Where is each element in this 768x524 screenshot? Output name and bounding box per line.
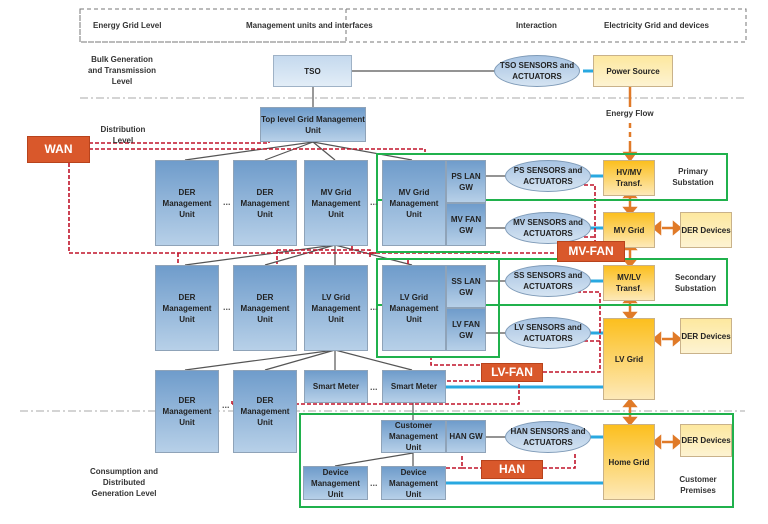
mv-fan-network[interactable]: MV-FAN: [557, 241, 625, 262]
der-devices[interactable]: DER Devices: [680, 212, 732, 248]
ellipsis: ...: [370, 197, 378, 207]
ellipsis: ...: [223, 197, 231, 207]
secondary-substation-label: Secondary Substation: [674, 273, 717, 293]
der-management-unit[interactable]: DER Management Unit: [233, 160, 297, 246]
lv-fan-gw[interactable]: LV FAN GW: [446, 308, 486, 351]
der-devices[interactable]: DER Devices: [680, 318, 732, 354]
top-level-grid-management-unit[interactable]: Top level Grid Management Unit: [260, 107, 366, 142]
han-sensors[interactable]: HAN SENSORS and ACTUATORS: [505, 421, 591, 453]
lv-fan-network[interactable]: LV-FAN: [481, 363, 543, 382]
lv-sensors[interactable]: LV SENSORS and ACTUATORS: [505, 317, 591, 349]
header-management: Management units and interfaces: [246, 21, 373, 30]
smart-meter[interactable]: Smart Meter: [304, 370, 368, 403]
der-devices[interactable]: DER Devices: [680, 424, 732, 457]
ss-sensors[interactable]: SS SENSORS and ACTUATORS: [505, 265, 591, 297]
device-management-unit[interactable]: Device Management Unit: [303, 466, 368, 500]
level-bulk: Bulk Generation and Transmission Level: [87, 55, 157, 86]
mv-grid-management-unit-substation[interactable]: MV Grid Management Unit: [382, 160, 446, 246]
tso-box[interactable]: TSO: [273, 55, 352, 87]
ellipsis: ...: [223, 302, 231, 312]
lv-grid-management-unit-substation[interactable]: LV Grid Management Unit: [382, 265, 446, 351]
ellipsis: ...: [370, 382, 378, 392]
lv-grid-management-unit[interactable]: LV Grid Management Unit: [304, 265, 368, 351]
der-management-unit[interactable]: DER Management Unit: [155, 265, 219, 351]
smart-meter-customer[interactable]: Smart Meter: [382, 370, 446, 403]
primary-substation-label: Primary Substation: [672, 167, 714, 187]
level-distribution: Distribution Level: [100, 125, 146, 145]
hv-mv-transformer[interactable]: HV/MV Transf.: [603, 160, 655, 196]
der-management-unit[interactable]: DER Management Unit: [233, 370, 297, 453]
ps-lan-gw[interactable]: PS LAN GW: [446, 160, 486, 203]
mv-sensors[interactable]: MV SENSORS and ACTUATORS: [505, 212, 591, 244]
mv-lv-transformer[interactable]: MV/LV Transf.: [603, 265, 655, 301]
han-network[interactable]: HAN: [481, 460, 543, 479]
header-energy-grid-level: Energy Grid Level: [93, 21, 162, 30]
customer-premises-label: Customer Premises: [679, 475, 717, 495]
mv-grid-management-unit[interactable]: MV Grid Management Unit: [304, 160, 368, 246]
power-source[interactable]: Power Source: [593, 55, 673, 87]
ss-lan-gw[interactable]: SS LAN GW: [446, 265, 486, 308]
header-grid-devices: Electricity Grid and devices: [604, 21, 709, 30]
ps-sensors[interactable]: PS SENSORS and ACTUATORS: [505, 160, 591, 192]
mv-fan-gw[interactable]: MV FAN GW: [446, 203, 486, 246]
wan-network[interactable]: WAN: [27, 136, 90, 163]
der-management-unit[interactable]: DER Management Unit: [233, 265, 297, 351]
home-grid[interactable]: Home Grid: [603, 424, 655, 500]
ellipsis: ...: [370, 478, 378, 488]
der-management-unit[interactable]: DER Management Unit: [155, 160, 219, 246]
customer-management-unit[interactable]: Customer Management Unit: [381, 420, 446, 453]
ellipsis: ...: [370, 302, 378, 312]
han-gw[interactable]: HAN GW: [446, 420, 486, 453]
device-management-unit[interactable]: Device Management Unit: [381, 466, 446, 500]
level-consumption: Consumption and Distributed Generation L…: [90, 467, 158, 498]
tso-sensors[interactable]: TSO SENSORS and ACTUATORS: [494, 55, 580, 87]
energy-flow-label: Energy Flow: [606, 109, 654, 118]
ellipsis: ...: [222, 400, 230, 410]
lv-grid[interactable]: LV Grid: [603, 318, 655, 400]
header-interaction: Interaction: [516, 21, 557, 30]
der-management-unit[interactable]: DER Management Unit: [155, 370, 219, 453]
